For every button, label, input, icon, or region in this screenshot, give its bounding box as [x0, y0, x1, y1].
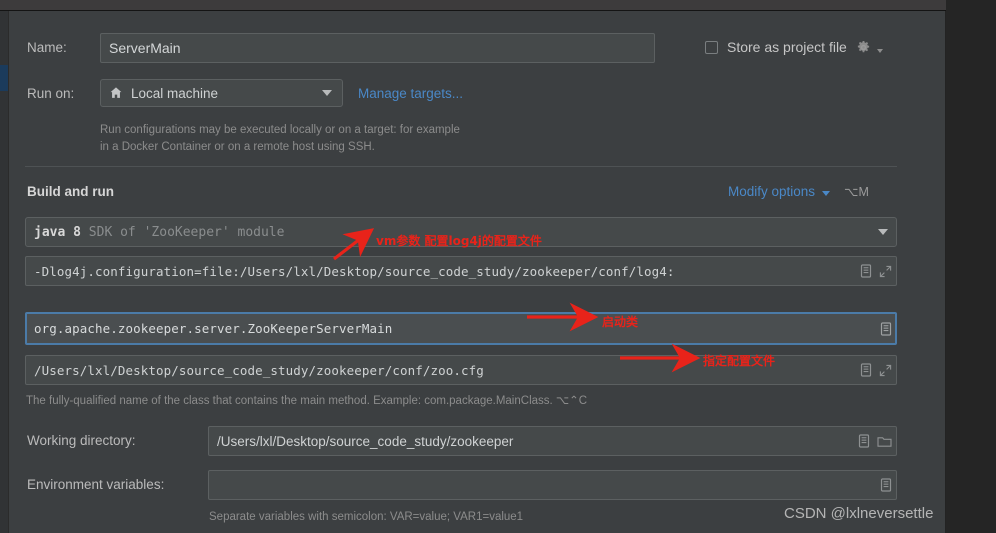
annotation-arrows [333, 228, 701, 373]
annotation-vm-options: vm参数 配置log4j的配置文件 [376, 234, 542, 248]
annotation-main-class: 启动类 [602, 315, 639, 329]
annotation-program-arguments: 指定配置文件 [703, 354, 776, 368]
screen-root: Name: ServerMain Store as project file R… [0, 0, 996, 533]
csdn-watermark: CSDN @lxlneversettle [784, 505, 934, 522]
